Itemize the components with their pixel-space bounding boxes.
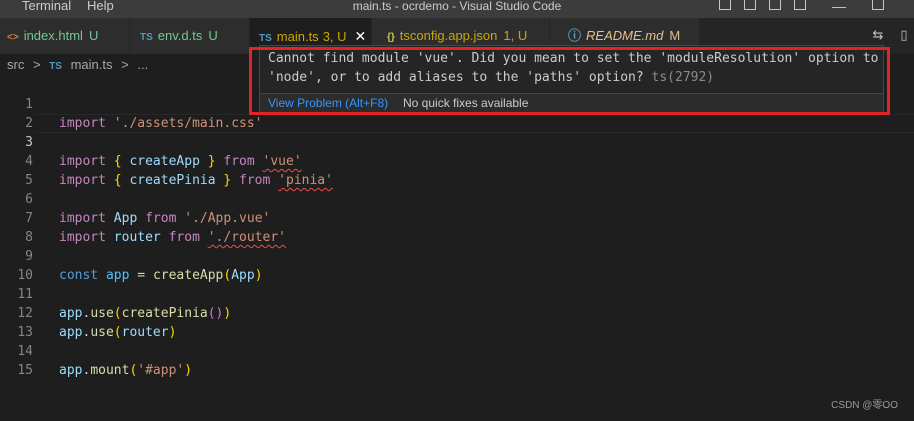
tab-status: 3, U <box>322 29 347 44</box>
breadcrumb-file[interactable]: main.ts <box>71 57 113 72</box>
code-line: 4 import { createPinia } from 'pinia' <box>0 133 914 188</box>
open-changes-icon[interactable]: ⇆ <box>870 28 886 42</box>
toggle-panel-icon[interactable] <box>744 0 756 10</box>
toggle-secondary-sidebar-icon[interactable] <box>769 0 781 10</box>
code-line: 5 <box>0 152 914 188</box>
toggle-primary-sidebar-icon[interactable] <box>719 0 731 10</box>
html-file-icon: <> <box>7 32 19 43</box>
code-editor[interactable]: 1 import './assets/main.css' 2 3 import … <box>0 76 914 421</box>
tab-index-html[interactable]: <> index.html U <box>0 18 130 54</box>
code-line: 9 const app = createApp(App) <box>0 228 914 283</box>
code-line: 3 import { createApp } from 'vue' <box>0 114 914 169</box>
code-line: 13 <box>0 304 914 340</box>
code-line: 7 import router from './router' <box>0 190 914 245</box>
code-line: 8 <box>0 209 914 245</box>
split-editor-icon[interactable]: ▯ <box>896 28 912 42</box>
tab-label: README.md <box>586 28 664 43</box>
chevron-right-icon: > <box>32 57 41 72</box>
tab-status: U <box>88 28 99 43</box>
code-line: 10 <box>0 247 914 283</box>
breadcrumb-symbol[interactable]: ... <box>137 57 148 72</box>
tab-status: M <box>669 28 681 43</box>
code-line: 11 app.use(createPinia()) <box>0 266 914 321</box>
code-line: 12 app.use(router) <box>0 285 914 340</box>
code-line: 14 app.mount('#app') <box>0 323 914 378</box>
code-line: 15 <box>0 342 914 378</box>
breadcrumb-folder[interactable]: src <box>7 57 24 72</box>
restore-button[interactable] <box>872 0 884 10</box>
typescript-file-icon: TS <box>140 32 153 43</box>
tab-label: main.ts <box>276 29 319 44</box>
tab-label: tsconfig.app.json <box>399 28 498 43</box>
tab-label: env.d.ts <box>157 28 203 43</box>
tab-env-d-ts[interactable]: TS env.d.ts U <box>130 18 250 54</box>
tab-status: 1, U <box>503 28 528 43</box>
code-line: 6 import App from './App.vue' <box>0 171 914 226</box>
close-icon[interactable]: ✕ <box>355 28 367 44</box>
chevron-right-icon: > <box>121 57 129 72</box>
tab-status: U <box>208 28 218 43</box>
title-bar: Terminal Help main.ts - ocrdemo - Visual… <box>0 0 914 18</box>
annotation-highlight-box <box>249 47 890 115</box>
tab-label: index.html <box>23 28 83 43</box>
minimize-button[interactable]: — <box>832 0 846 18</box>
typescript-file-icon: TS <box>49 61 62 72</box>
customize-layout-icon[interactable] <box>794 0 806 10</box>
watermark: CSDN @零OO <box>831 400 898 411</box>
line-number: 15 <box>17 363 33 378</box>
